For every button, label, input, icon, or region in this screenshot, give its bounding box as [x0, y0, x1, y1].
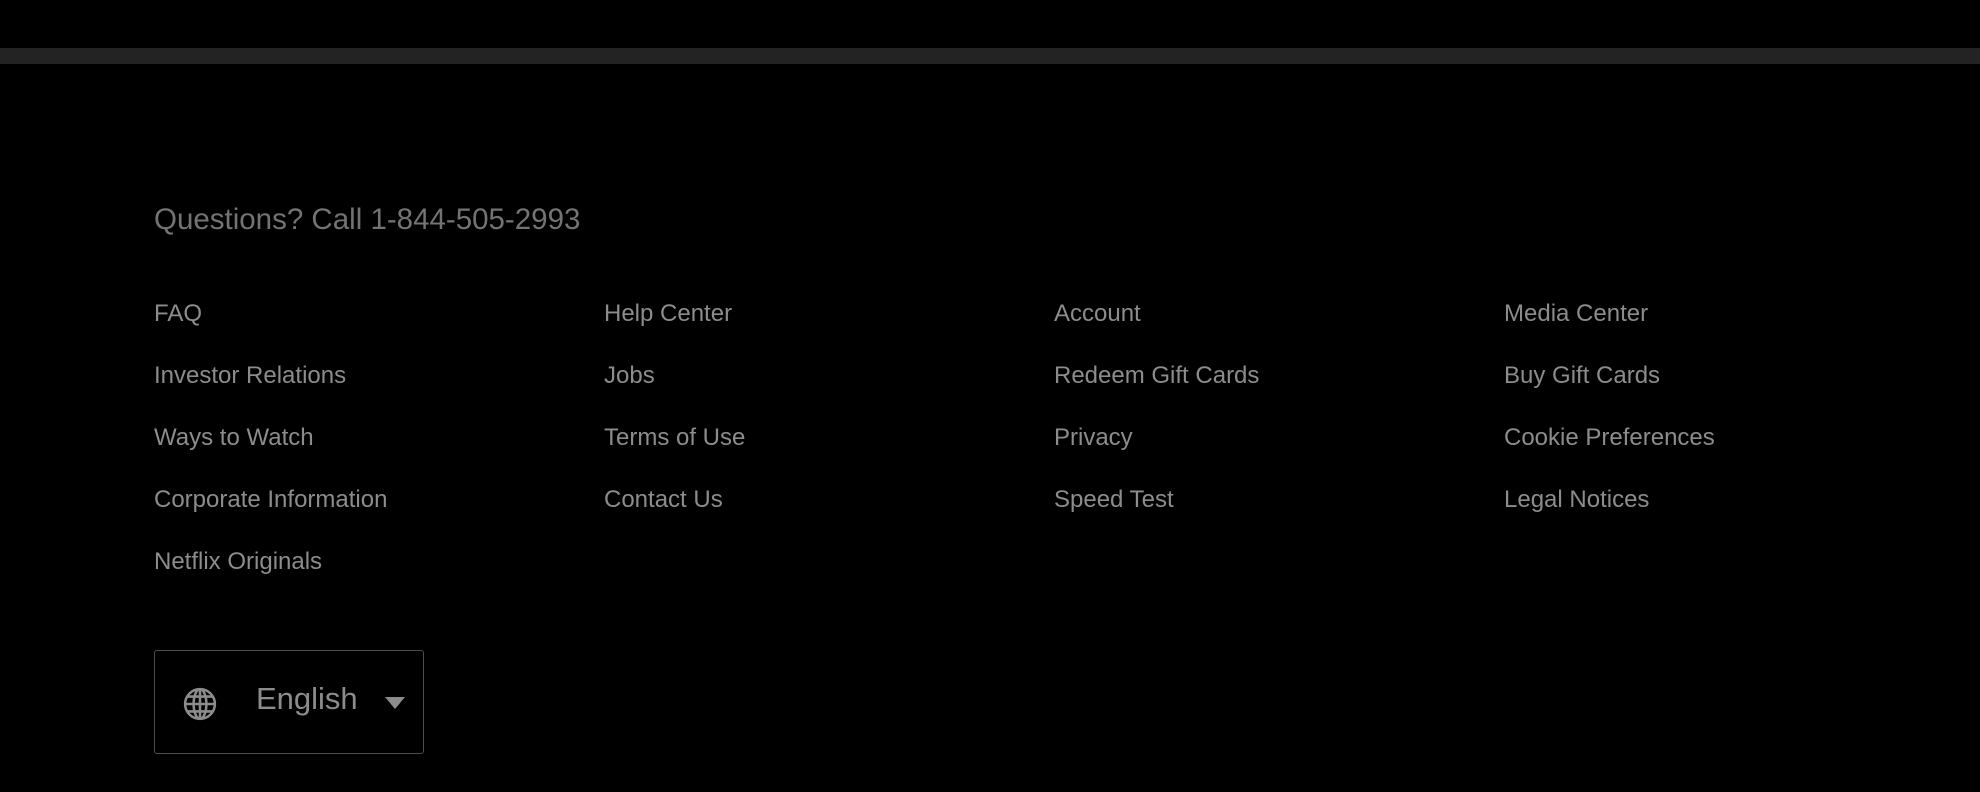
footer-links: FAQ Help Center Account Media Center Inv…: [154, 298, 1954, 608]
footer-link-account[interactable]: Account: [1054, 298, 1504, 360]
footer-link-corporate-information[interactable]: Corporate Information: [154, 484, 604, 546]
footer-link-media-center[interactable]: Media Center: [1504, 298, 1954, 360]
footer-link-contact-us[interactable]: Contact Us: [604, 484, 1054, 546]
footer-link-ways-to-watch[interactable]: Ways to Watch: [154, 422, 604, 484]
globe-icon: [183, 687, 217, 721]
footer-link-netflix-originals[interactable]: Netflix Originals: [154, 546, 604, 608]
language-selected-label: English: [256, 681, 358, 716]
footer-link-investor-relations[interactable]: Investor Relations: [154, 360, 604, 422]
footer-link-speed-test[interactable]: Speed Test: [1054, 484, 1504, 546]
footer-link-faq[interactable]: FAQ: [154, 298, 604, 360]
footer-link-privacy[interactable]: Privacy: [1054, 422, 1504, 484]
caret-down-icon: [385, 697, 405, 709]
footer-link-terms-of-use[interactable]: Terms of Use: [604, 422, 1054, 484]
contact-phone-text: Questions? Call 1-844-505-2993: [154, 203, 581, 236]
footer-link-jobs[interactable]: Jobs: [604, 360, 1054, 422]
footer-link-legal-notices[interactable]: Legal Notices: [1504, 484, 1954, 546]
footer-link-cookie-preferences[interactable]: Cookie Preferences: [1504, 422, 1954, 484]
section-divider: [0, 48, 1980, 64]
language-select[interactable]: English: [154, 650, 424, 754]
footer-link-buy-gift-cards[interactable]: Buy Gift Cards: [1504, 360, 1954, 422]
footer-link-help-center[interactable]: Help Center: [604, 298, 1054, 360]
footer-link-redeem-gift-cards[interactable]: Redeem Gift Cards: [1054, 360, 1504, 422]
